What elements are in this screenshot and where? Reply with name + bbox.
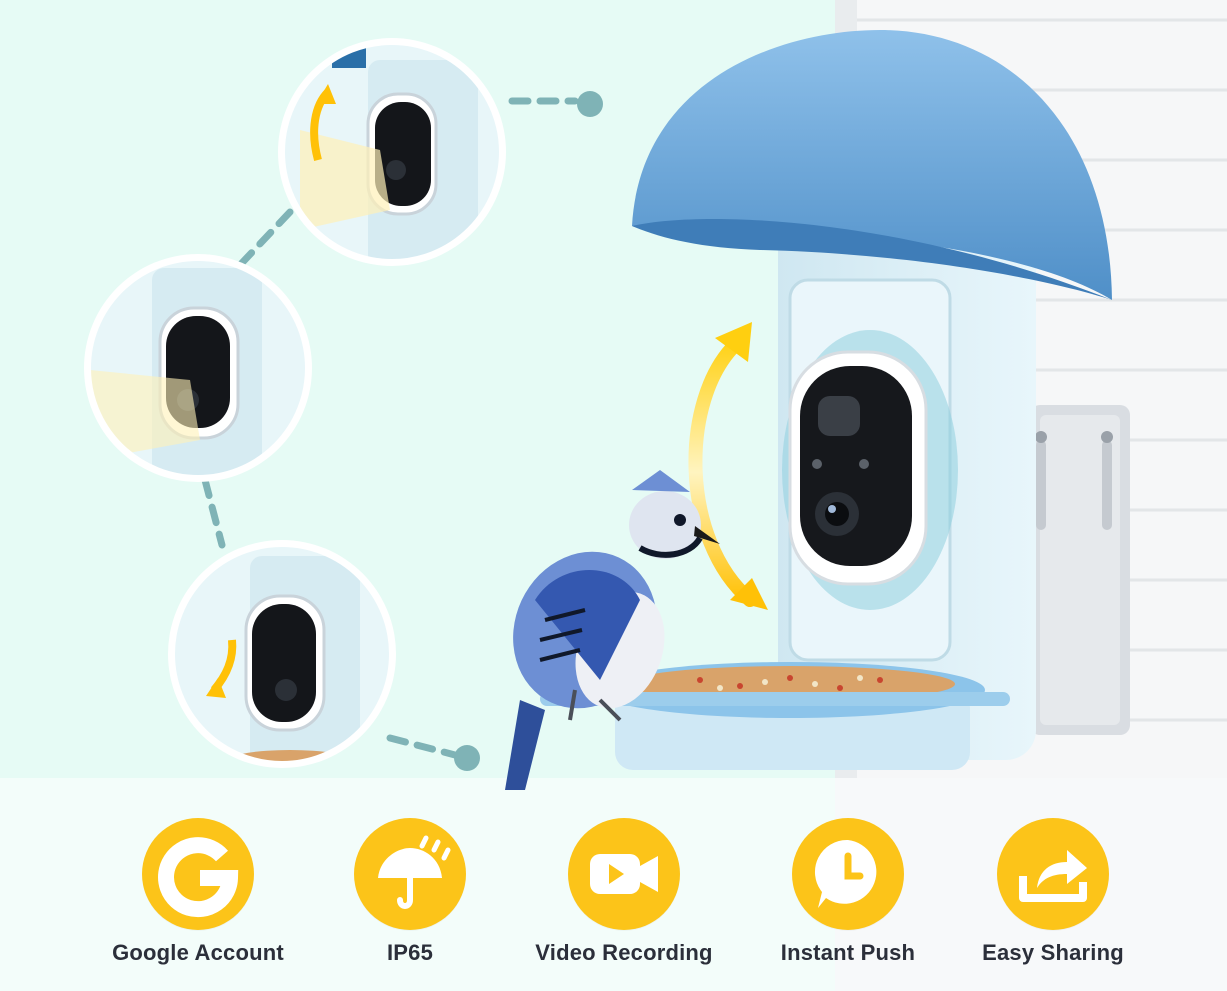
google-g-icon	[142, 818, 254, 930]
connector-dot	[577, 91, 603, 117]
feature-label: Google Account	[112, 940, 284, 965]
wall-bracket	[1030, 405, 1130, 735]
detail-view-bottom	[168, 540, 396, 768]
feature-google-account: Google Account	[93, 818, 303, 966]
feature-video-recording: Video Recording	[519, 818, 729, 966]
feature-label: Easy Sharing	[982, 940, 1124, 965]
feature-instant-push: Instant Push	[743, 818, 953, 966]
video-camera-icon	[568, 818, 680, 930]
clock-bubble-icon	[792, 818, 904, 930]
feature-ip65: IP65	[305, 818, 515, 966]
feature-label: Video Recording	[535, 940, 713, 965]
detail-view-top	[278, 38, 506, 266]
feature-list: Google Account IP65 Video Recording Inst…	[0, 780, 1227, 991]
detail-view-middle	[84, 254, 312, 482]
feature-label: Instant Push	[780, 940, 916, 965]
umbrella-rain-icon	[354, 818, 466, 930]
main-camera	[788, 350, 928, 586]
share-arrow-icon	[997, 818, 1109, 930]
feature-label: IP65	[386, 940, 434, 965]
rotation-arrow	[688, 322, 768, 610]
connector-dot	[454, 745, 480, 771]
feature-easy-sharing: Easy Sharing	[948, 818, 1158, 966]
